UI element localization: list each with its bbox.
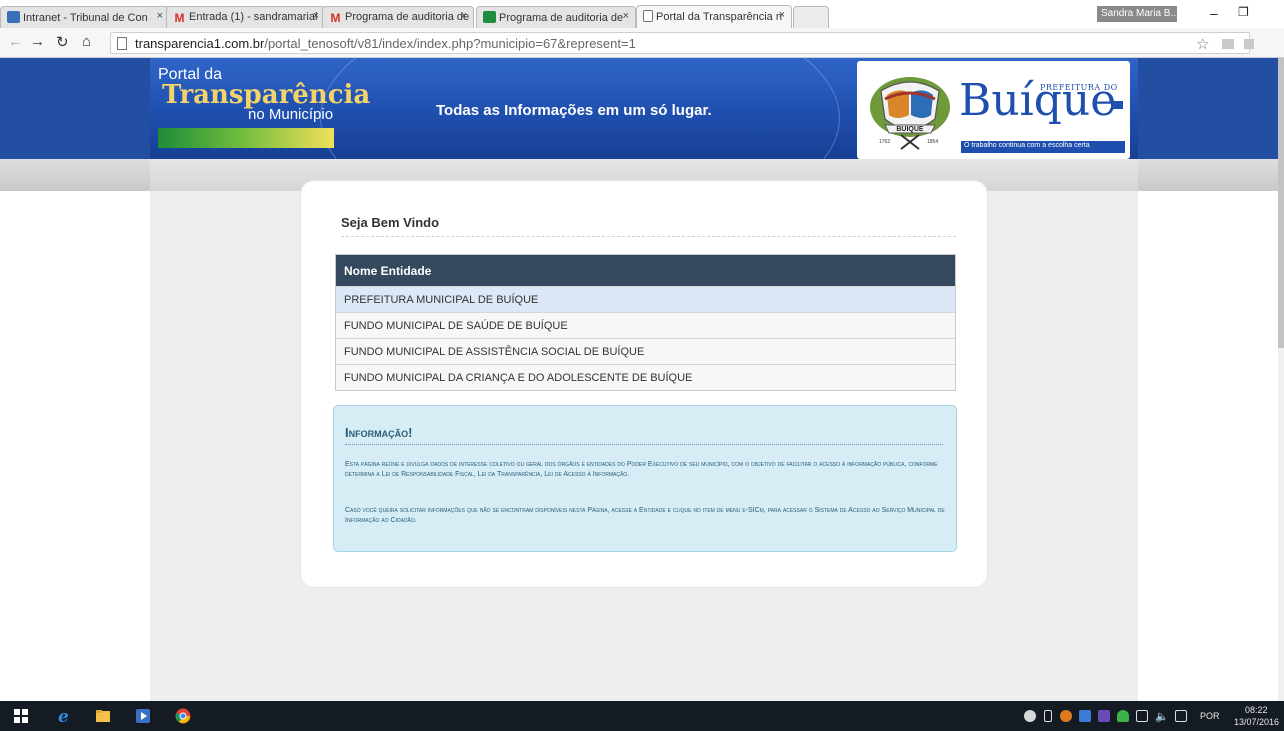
municipality-logo[interactable]: BUÍQUE 1762 1854 PREFEITURA DO Buíque O …: [857, 61, 1130, 159]
tab-label: Entrada (1) - sandramarial: [189, 11, 318, 23]
welcome-heading: Seja Bem Vindo: [341, 215, 956, 237]
clock-date[interactable]: 13/07/2016: [1234, 717, 1279, 727]
app-tray-icon[interactable]: [1060, 710, 1072, 722]
brand-dash: [1111, 101, 1123, 109]
tab-label: Programa de auditoria de: [345, 11, 470, 23]
minimize-window-icon[interactable]: –: [1210, 5, 1218, 21]
browser-tab-sheets-programa[interactable]: Programa de auditoria de ×: [476, 6, 636, 28]
tab-label: Programa de auditoria de: [499, 12, 624, 24]
scrollbar-thumb[interactable]: [1278, 58, 1284, 348]
page-info-icon[interactable]: [117, 37, 127, 50]
windows-start-icon[interactable]: [14, 709, 28, 723]
page-viewport: Portal da Transparência no Município Tod…: [0, 58, 1284, 701]
input-language[interactable]: POR: [1200, 711, 1220, 721]
forward-arrow-icon[interactable]: →: [30, 33, 45, 50]
extension-icon[interactable]: [1244, 39, 1254, 49]
page-icon: [643, 10, 653, 22]
file-explorer-icon[interactable]: [95, 708, 111, 724]
back-arrow-icon[interactable]: ←: [8, 33, 23, 50]
crest-year-left: 1762: [879, 139, 890, 145]
sheets-icon: [483, 11, 496, 23]
browser-tab-intranet[interactable]: Intranet - Tribunal de Con ×: [0, 6, 170, 28]
close-tab-icon[interactable]: ×: [461, 10, 467, 22]
volume-icon[interactable]: 🔈: [1155, 710, 1169, 723]
page-scrollbar[interactable]: [1278, 58, 1284, 701]
entity-table: Nome Entidade PREFEITURA MUNICIPAL DE BU…: [335, 254, 956, 391]
profile-badge[interactable]: Sandra Maria B...: [1097, 6, 1177, 22]
entity-row[interactable]: PREFEITURA MUNICIPAL DE BUÍQUE: [336, 286, 955, 312]
crest-banner-text: BUÍQUE: [896, 124, 924, 133]
clock-time[interactable]: 08:22: [1245, 705, 1268, 715]
header-band-right: [1138, 58, 1278, 159]
media-player-icon[interactable]: [135, 708, 151, 724]
close-tab-icon[interactable]: ×: [157, 10, 163, 22]
browser-tab-strip: Intranet - Tribunal de Con × M Entrada (1…: [0, 0, 1284, 28]
network-tray-icon[interactable]: [1136, 710, 1148, 722]
usb-tray-icon[interactable]: [1044, 710, 1052, 722]
home-icon[interactable]: ⌂: [82, 33, 91, 50]
chrome-icon[interactable]: [175, 708, 191, 724]
cloud-tray-icon[interactable]: [1024, 710, 1036, 722]
info-paragraph: Caso você queira solicitar informações q…: [345, 507, 945, 524]
sync-tray-icon[interactable]: [1098, 710, 1110, 722]
bookmark-star-icon[interactable]: ☆: [1196, 35, 1209, 53]
portal-logo-bar: [158, 128, 334, 148]
network-app-tray-icon[interactable]: [1079, 710, 1091, 722]
url-path: /portal_tenosoft/v81/index/index.php?mun…: [264, 36, 636, 51]
gmail-icon: M: [330, 11, 341, 25]
entity-row[interactable]: FUNDO MUNICIPAL DE ASSISTÊNCIA SOCIAL DE…: [336, 338, 955, 364]
address-toolbar: ← → ↻ ⌂ transparencia1.com.br/portal_ten…: [0, 28, 1284, 58]
close-tab-icon[interactable]: ×: [313, 10, 319, 22]
close-tab-icon[interactable]: ×: [779, 9, 785, 21]
menu-band-right: [1138, 159, 1278, 191]
windows-taskbar: e 🔈 POR 08:22 13/07/2016: [0, 701, 1284, 731]
entity-column-header: Nome Entidade: [336, 255, 955, 286]
new-tab-button[interactable]: [793, 6, 829, 28]
svg-text:e: e: [58, 708, 69, 724]
info-box: Informação! Esta página reúne e divulga …: [333, 405, 957, 552]
close-tab-icon[interactable]: ×: [623, 10, 629, 22]
url-field[interactable]: transparencia1.com.br/portal_tenosoft/v8…: [110, 32, 1250, 54]
url-host: transparencia1.com.br: [135, 36, 265, 51]
notifications-tray-icon[interactable]: [1175, 710, 1187, 722]
browser-tab-portal[interactable]: Portal da Transparência n ×: [636, 5, 792, 28]
brand-name: Buíque: [959, 75, 1117, 126]
tab-label: Portal da Transparência n: [656, 11, 782, 23]
info-paragraph: Esta página reúne e divulga dados de int…: [345, 461, 938, 478]
crest-year-right: 1854: [927, 139, 938, 145]
entity-row[interactable]: FUNDO MUNICIPAL DA CRIANÇA E DO ADOLESCE…: [336, 364, 955, 390]
browser-tab-gmail-inbox[interactable]: M Entrada (1) - sandramarial ×: [166, 6, 326, 28]
entity-row[interactable]: FUNDO MUNICIPAL DE SAÚDE DE BUÍQUE: [336, 312, 955, 338]
gmail-icon: M: [174, 11, 185, 25]
reload-icon[interactable]: ↻: [56, 33, 69, 51]
menu-band-left: [0, 159, 150, 191]
restore-window-icon[interactable]: ❐: [1238, 5, 1249, 19]
brand-slogan: O trabalho continua com a escolha certa: [961, 141, 1125, 153]
internet-explorer-icon[interactable]: e: [56, 708, 72, 724]
portal-logo-line3: no Município: [248, 106, 334, 123]
header-band-left: [0, 58, 150, 159]
tab-label: Intranet - Tribunal de Con: [23, 12, 148, 24]
browser-tab-gmail-programa[interactable]: M Programa de auditoria de ×: [322, 6, 474, 28]
extension-icon[interactable]: [1222, 39, 1234, 49]
municipal-crest-icon: BUÍQUE 1762 1854: [870, 77, 950, 150]
intranet-icon: [7, 11, 20, 23]
info-title: Informação!: [345, 425, 943, 445]
security-tray-icon[interactable]: [1117, 710, 1129, 722]
header-tagline: Todas as Informações em um só lugar.: [436, 102, 712, 119]
site-header: Portal da Transparência no Município Tod…: [150, 58, 1138, 159]
welcome-card: Seja Bem Vindo Nome Entidade PREFEITURA …: [300, 180, 988, 588]
